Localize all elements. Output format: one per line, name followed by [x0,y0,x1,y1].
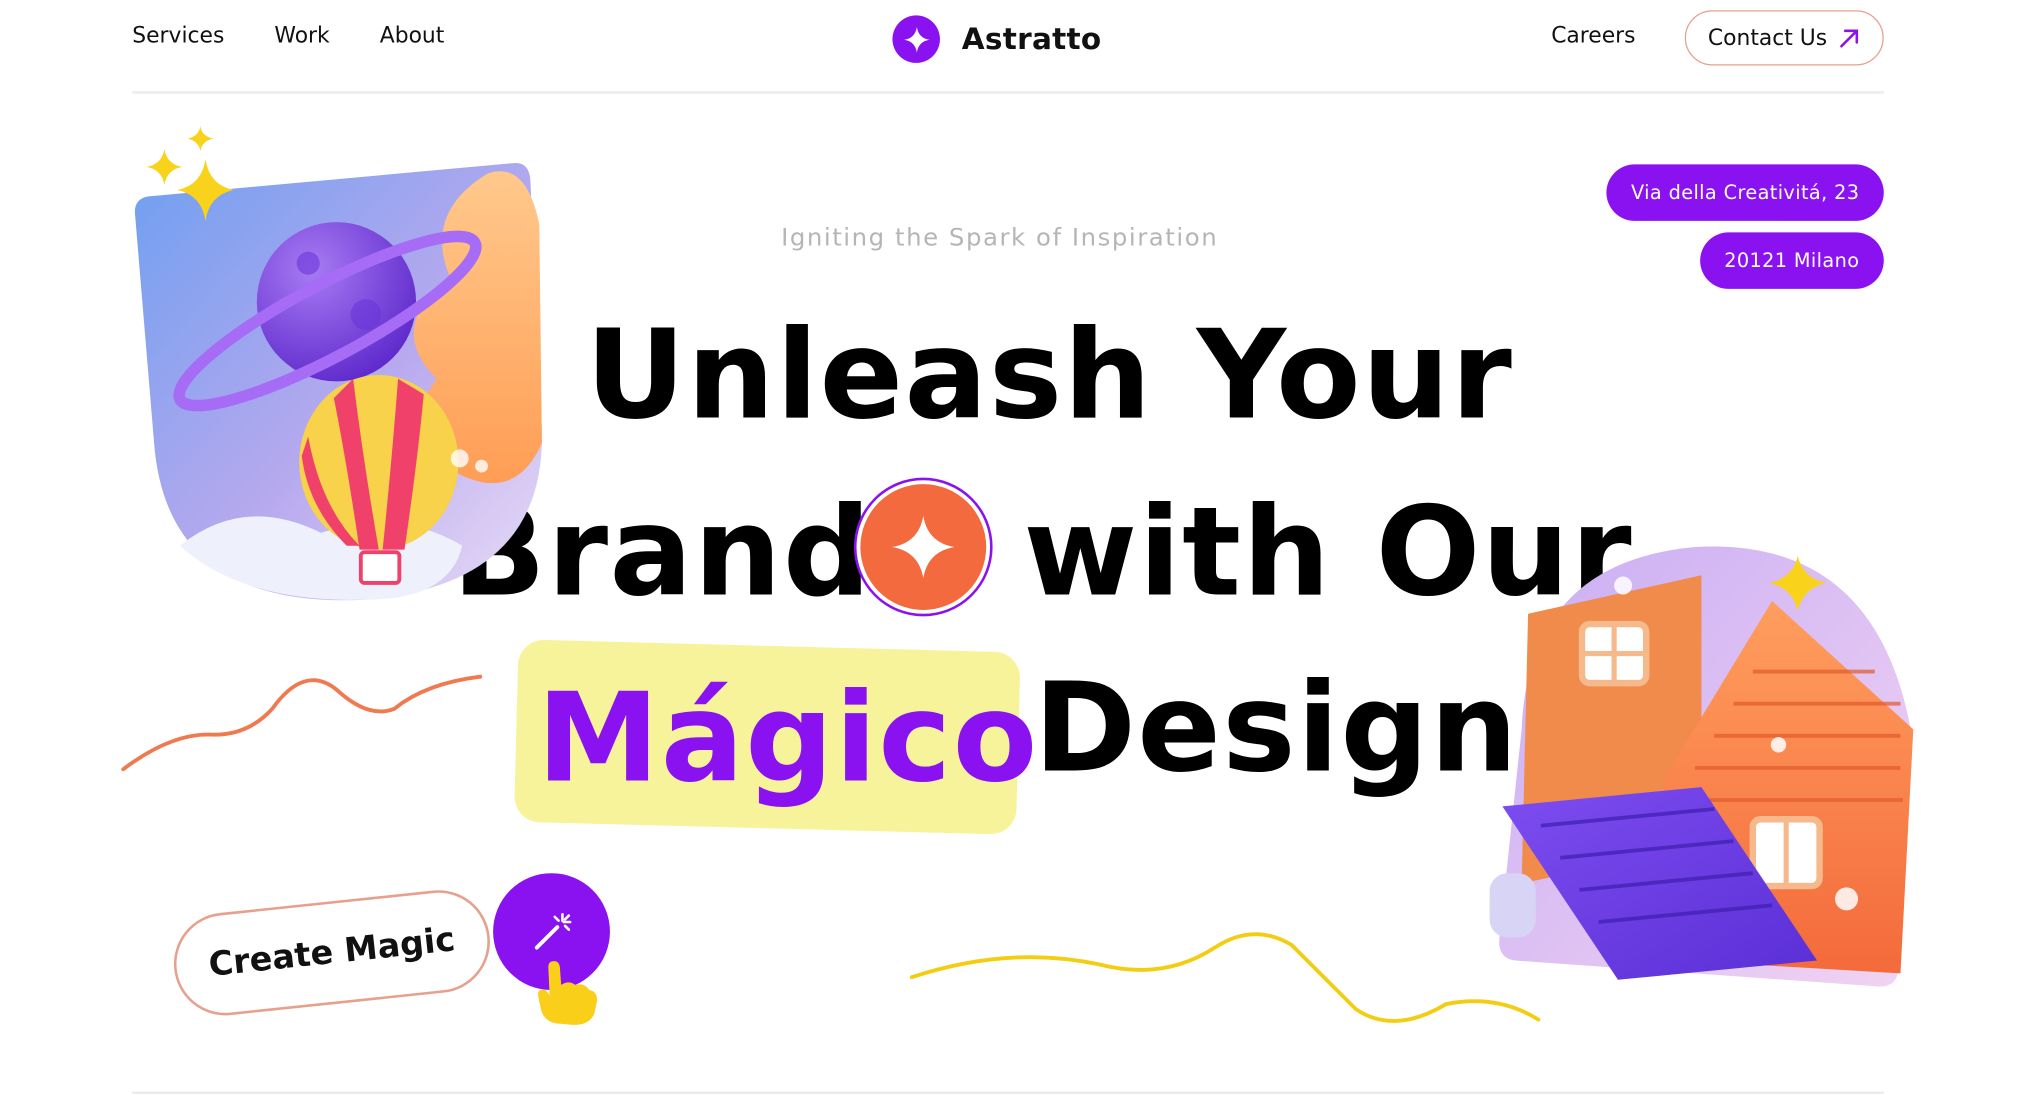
nav-about[interactable]: About [380,23,445,49]
yellow-squiggle [909,932,1541,1023]
sparkle-icon [892,515,955,579]
houses-illustration [1489,546,1914,987]
address-line1-badge: Via della Creativitá, 23 [1606,164,1884,221]
star-logo-icon [892,15,940,63]
footer-divider [132,1091,1884,1095]
create-magic-label: Create Magic [206,920,457,985]
pointer-hand-icon [538,961,598,1025]
nav-careers[interactable]: Careers [1551,23,1635,49]
contact-us-button[interactable]: Contact Us [1684,10,1884,66]
brand[interactable]: Astratto [892,15,1101,63]
header-divider [132,91,1884,94]
magic-wand-icon [534,912,571,949]
orange-squiggle [121,674,483,772]
main-nav: Services Work About [132,23,444,49]
arrow-up-right-icon [1840,28,1858,47]
headline-highlight-word: Mágico [536,666,1039,811]
create-magic-button[interactable]: Create Magic [168,885,496,1021]
nav-work[interactable]: Work [274,23,329,49]
brand-star-badge [853,477,993,617]
headline-line1: Unleash Your [585,303,1514,447]
sparkle-icon [146,125,234,221]
nav-services[interactable]: Services [132,23,224,49]
contact-us-label: Contact Us [1707,25,1828,51]
headline-line3-end: Design [1033,656,1519,800]
brand-name: Astratto [961,22,1102,56]
